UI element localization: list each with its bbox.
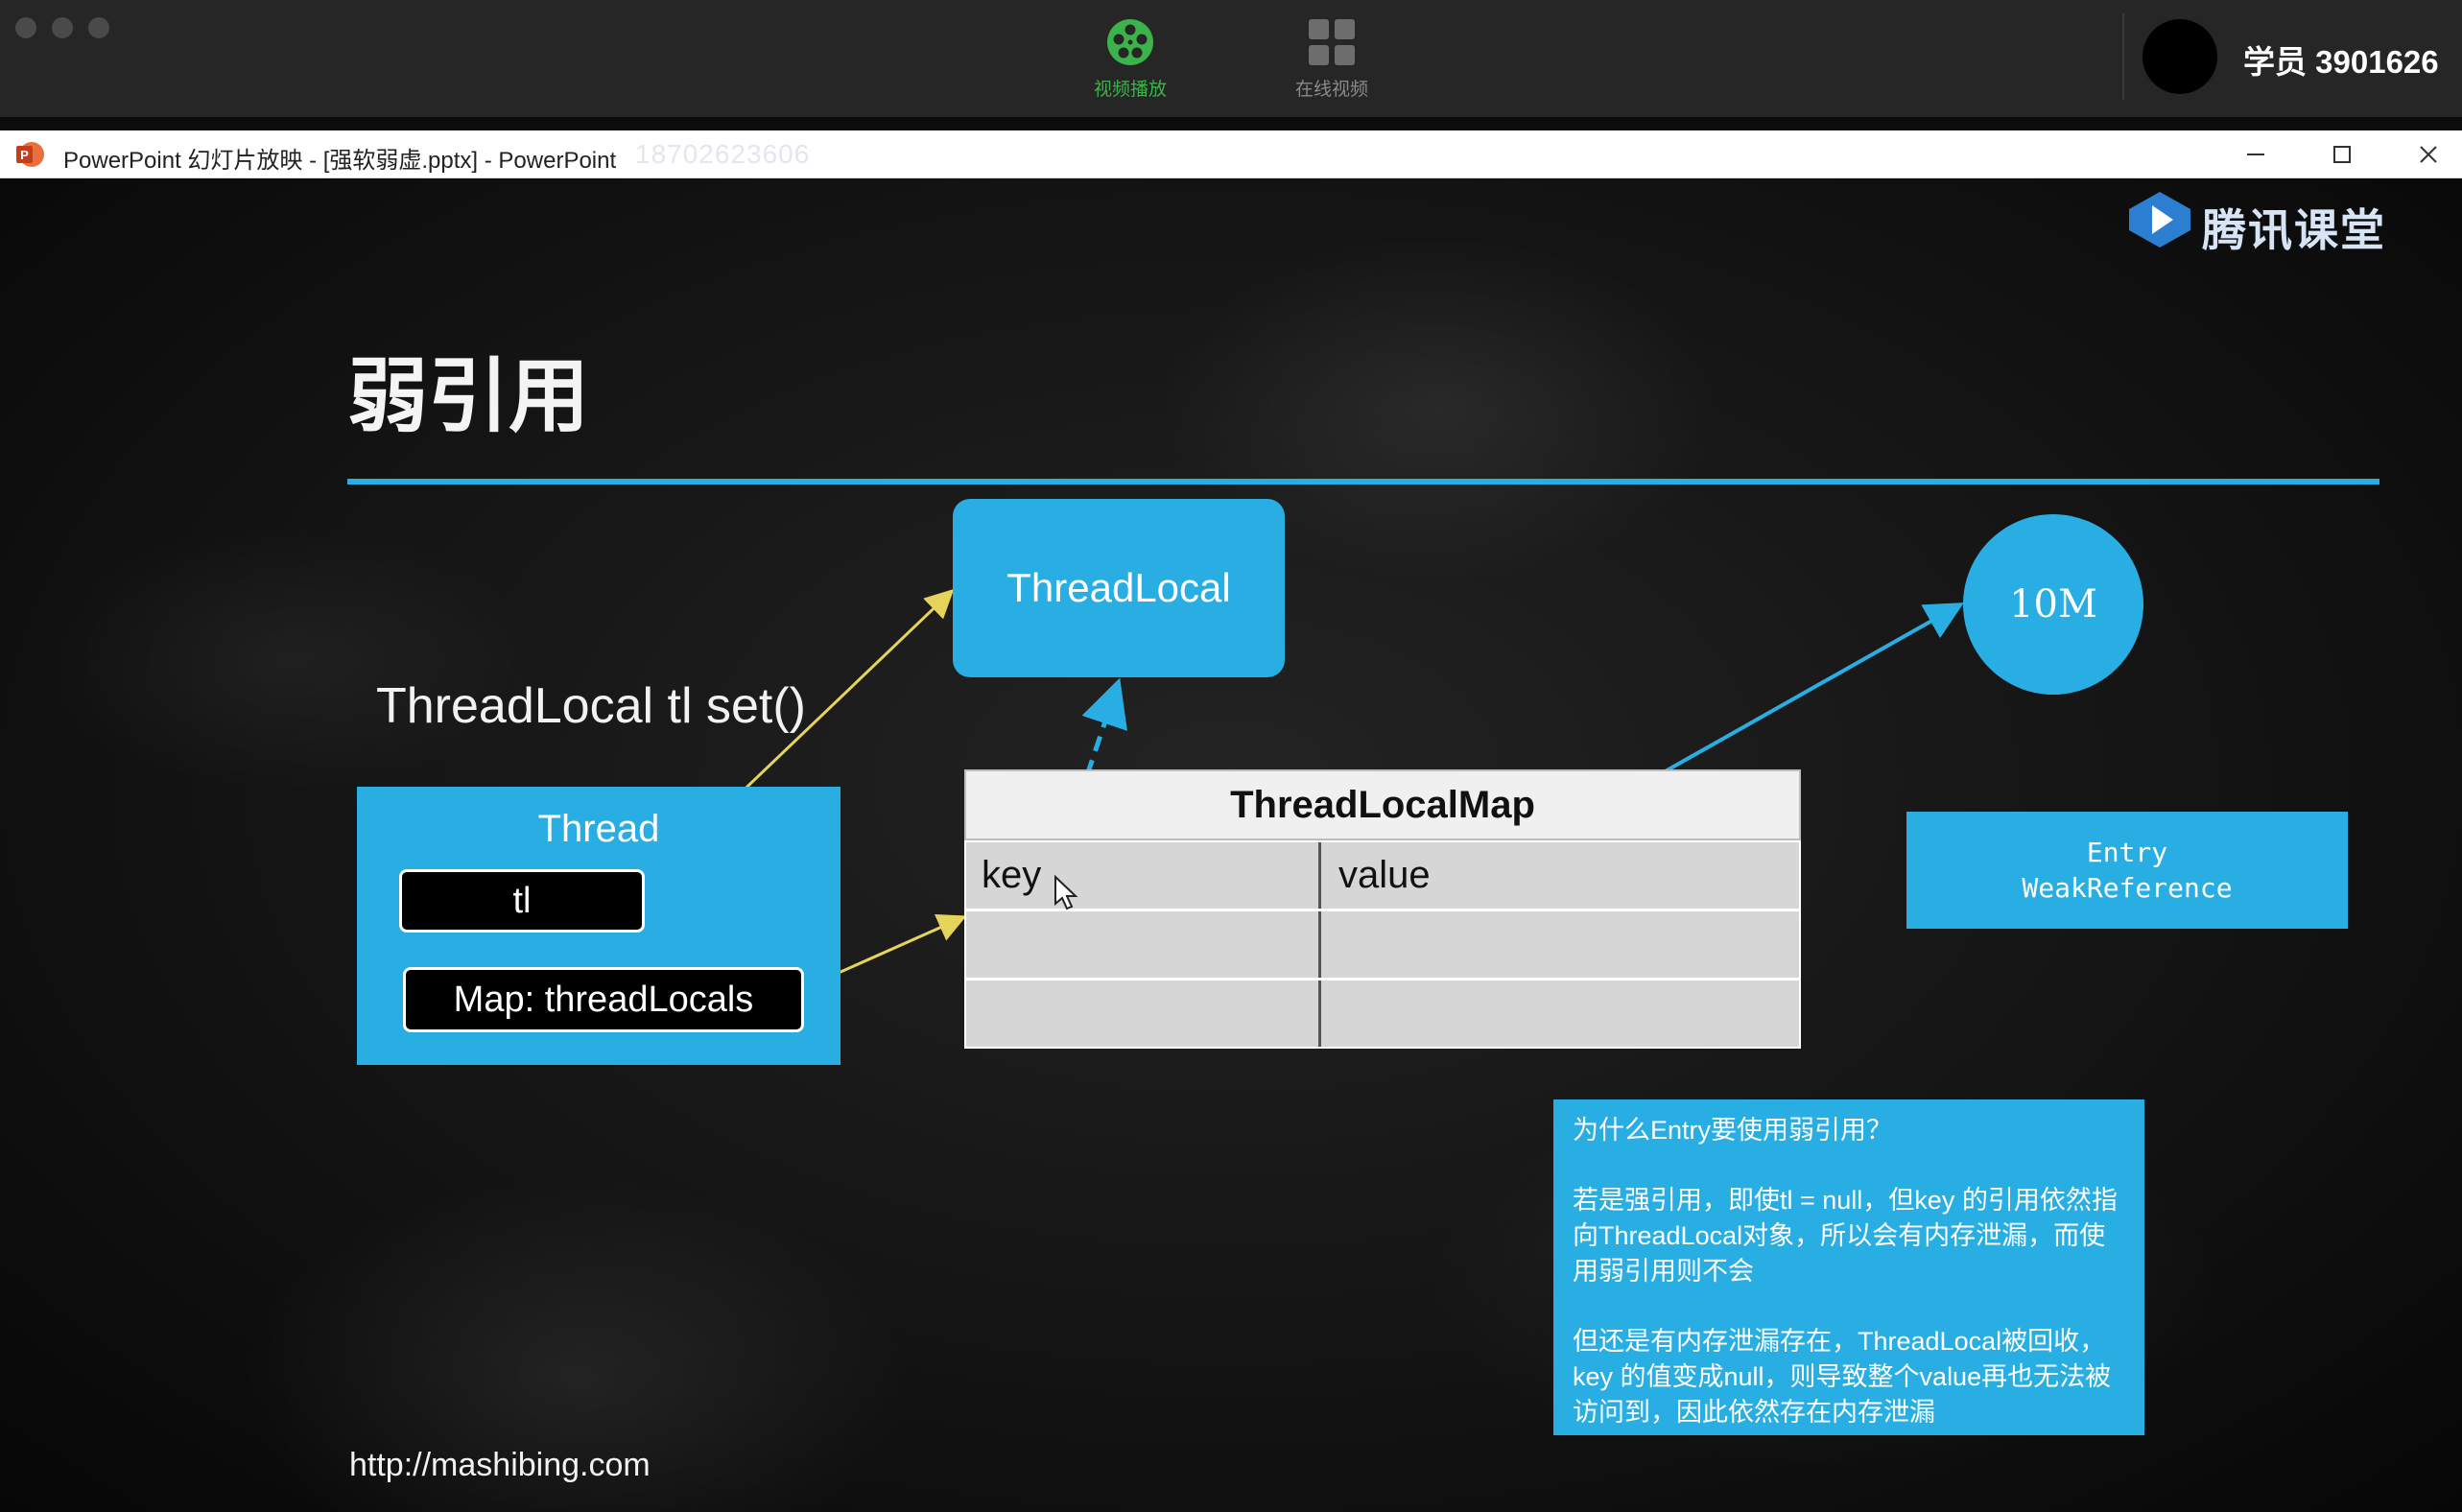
brand-name: 腾讯课堂 (2202, 205, 2386, 255)
tl-field-label: tl (512, 881, 532, 921)
tab-online-video[interactable]: 在线视频 (1279, 17, 1385, 104)
film-reel-icon (1107, 19, 1153, 65)
table-row: key value (964, 840, 1801, 910)
key-cell (966, 911, 1321, 978)
slide-canvas: 腾讯课堂 弱引用 ThreadLocal 10M ThreadLocal tl … (0, 178, 2462, 1512)
separator-strip (0, 117, 2462, 130)
value-cell: value (1338, 854, 1431, 896)
watermark-text: 18702623606 (635, 139, 811, 169)
threadlocals-map-label: Map: threadLocals (453, 980, 754, 1020)
key-cell: key (966, 842, 1321, 909)
top-divider (2122, 13, 2124, 100)
brand-logo: 腾讯课堂 (2125, 188, 2384, 255)
value-object-circle: 10M (1963, 514, 2143, 695)
mouse-cursor-icon (1054, 875, 1078, 910)
window-minimize-dot[interactable] (52, 17, 73, 38)
value-cell (1321, 980, 1801, 1047)
grid-icon (1309, 19, 1355, 65)
table-row (964, 979, 1801, 1049)
app-top-bar: 视频播放 在线视频 学员 3901626 (0, 0, 2462, 117)
powerpoint-logo-icon: P (16, 142, 44, 167)
minimize-button[interactable] (2222, 130, 2289, 178)
thread-label: Thread (537, 808, 660, 850)
maximize-button[interactable] (2308, 130, 2376, 178)
threadlocal-label: ThreadLocal (1006, 565, 1231, 610)
minimize-icon (2247, 154, 2264, 155)
threadlocals-map-field: Map: threadLocals (403, 967, 804, 1032)
note-question: 为什么Entry要使用弱引用？ (1573, 1116, 1893, 1145)
weakreference-label: WeakReference (2022, 872, 2233, 904)
entry-label: Entry (2086, 837, 2168, 868)
thread-box: Thread tl Map: threadLocals (357, 787, 840, 1065)
threadlocalmap-title: ThreadLocalMap (1230, 784, 1535, 826)
value-object-label: 10M (2009, 582, 2097, 626)
threadlocal-box: ThreadLocal (953, 499, 1285, 677)
window-zoom-dot[interactable] (88, 17, 109, 38)
user-name: 学员 3901626 (2243, 44, 2439, 80)
threadlocalmap-table: ThreadLocalMap key value (964, 769, 1801, 1049)
svg-text:P: P (20, 148, 29, 162)
threadlocal-call-text: ThreadLocal tl set() (376, 678, 806, 734)
window-title: PowerPoint 幻灯片放映 - [强软弱虚.pptx] - PowerPo… (63, 148, 617, 174)
close-button[interactable] (2395, 130, 2462, 178)
tl-field: tl (399, 869, 645, 933)
table-row (964, 910, 1801, 980)
key-cell (966, 980, 1321, 1047)
tab-video-playback[interactable]: 视频播放 (1077, 17, 1183, 104)
entry-weakreference-box: Entry WeakReference (1906, 812, 2348, 929)
slide-title: 弱引用 (347, 351, 590, 441)
window-close-dot[interactable] (15, 17, 36, 38)
play-logo-icon (2129, 192, 2190, 248)
site-url: http://mashibing.com (349, 1447, 651, 1483)
tab-online-video-label: 在线视频 (1294, 80, 1368, 100)
tab-video-playback-label: 视频播放 (1093, 80, 1167, 100)
maximize-icon (2333, 146, 2351, 163)
note-paragraph-2: 但还是有内存泄漏存在，ThreadLocal被回收，key 的值变成null，则… (1573, 1327, 2112, 1427)
note-paragraph-1: 若是强引用，即使tl = null，但key 的引用依然指向ThreadLoca… (1573, 1186, 2118, 1286)
powerpoint-title-bar: P PowerPoint 幻灯片放映 - [强软弱虚.pptx] - Power… (0, 130, 2462, 178)
threadlocalmap-header: ThreadLocalMap (964, 769, 1801, 840)
explanation-note: 为什么Entry要使用弱引用？ 若是强引用，即使tl = null，但key 的… (1553, 1099, 2144, 1435)
avatar[interactable] (2142, 19, 2217, 94)
close-icon (2420, 146, 2437, 163)
value-cell (1321, 911, 1801, 978)
